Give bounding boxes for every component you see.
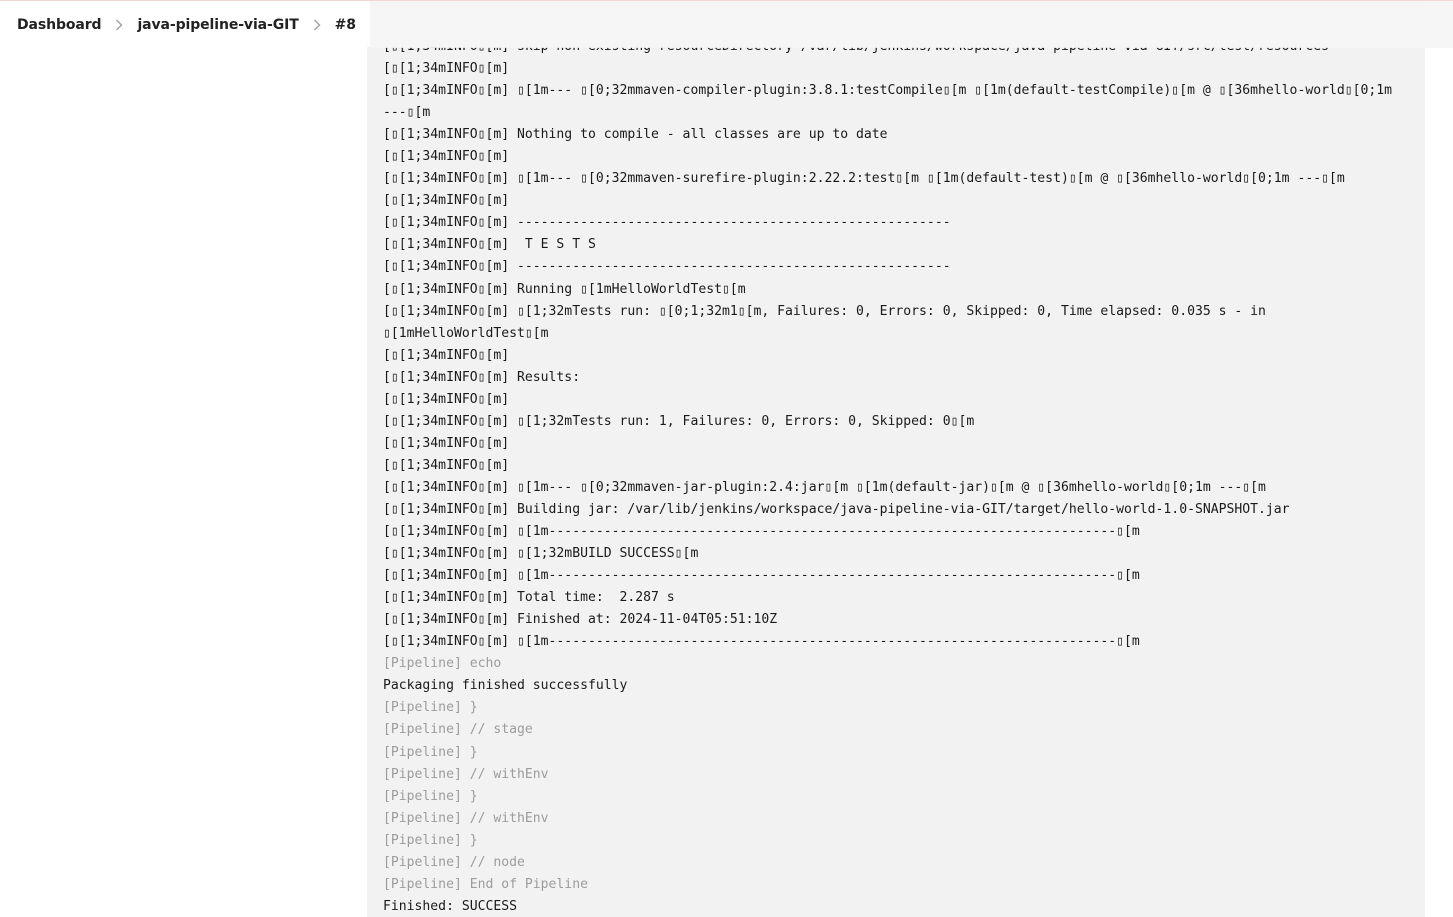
console-log-line: [▯[1;34mINFO▯[m] xyxy=(383,149,510,165)
console-log-line: [▯[1;34mINFO▯[m] ▯[1m--- ▯[0;32mmaven-su… xyxy=(383,171,1345,187)
breadcrumb-bar-fade xyxy=(370,1,1453,48)
console-output: [▯[1;34mINFO▯[m] skip non existing resou… xyxy=(383,36,1417,917)
breadcrumb-build[interactable]: #8 xyxy=(335,17,356,33)
console-log-line: [▯[1;34mINFO▯[m] xyxy=(383,435,510,451)
console-log-line: [▯[1;34mINFO▯[m] Running ▯[1mHelloWorldT… xyxy=(383,281,746,297)
console-log-line: [▯[1;34mINFO▯[m] ▯[1;32mTests run: ▯[0;1… xyxy=(383,303,1266,319)
breadcrumb: Dashboard java-pipeline-via-GIT #8 xyxy=(0,2,356,47)
console-log-line: [▯[1;34mINFO▯[m] ▯[1m--- ▯[0;32mmaven-ja… xyxy=(383,479,1266,495)
console-log-line: Finished: SUCCESS xyxy=(383,898,518,914)
console-log-line: [▯[1;34mINFO▯[m] Results: xyxy=(383,369,581,385)
console-log-line: [▯[1;34mINFO▯[m] ▯[1m-------------------… xyxy=(383,634,1140,650)
console-pipeline-line: [Pipeline] } xyxy=(383,788,478,804)
console-pipeline-line: [Pipeline] } xyxy=(383,744,478,760)
console-log-line: [▯[1;34mINFO▯[m] Total time: 2.287 s xyxy=(383,590,675,606)
console-log-line: [▯[1;34mINFO▯[m] T E S T S xyxy=(383,237,596,253)
breadcrumb-dashboard[interactable]: Dashboard xyxy=(17,17,102,33)
chevron-right-icon xyxy=(101,17,137,32)
console-pipeline-line: [Pipeline] } xyxy=(383,832,478,848)
console-pipeline-line: [Pipeline] End of Pipeline xyxy=(383,876,588,892)
console-log-line: [▯[1;34mINFO▯[m] xyxy=(383,391,510,407)
console-pipeline-line: [Pipeline] } xyxy=(383,700,478,716)
console-log-line: ---▯[m xyxy=(383,105,431,121)
chevron-right-icon xyxy=(299,17,335,32)
console-pipeline-line: [Pipeline] // withEnv xyxy=(383,810,549,826)
console-log-line: [▯[1;34mINFO▯[m] Finished at: 2024-11-04… xyxy=(383,612,778,628)
console-log-line: Packaging finished successfully xyxy=(383,678,628,694)
console-log-line: [▯[1;34mINFO▯[m] Nothing to compile - al… xyxy=(383,127,888,143)
console-log-line: [▯[1;34mINFO▯[m] ▯[1m-------------------… xyxy=(383,524,1140,540)
console-output-panel: [▯[1;34mINFO▯[m] skip non existing resou… xyxy=(367,0,1425,917)
console-log-line: [▯[1;34mINFO▯[m] xyxy=(383,193,510,209)
console-pipeline-line: [Pipeline] // withEnv xyxy=(383,766,549,782)
console-log-line: [▯[1;34mINFO▯[m] -----------------------… xyxy=(383,215,951,231)
console-log-line: [▯[1;34mINFO▯[m] ▯[1m-------------------… xyxy=(383,568,1140,584)
console-pipeline-line: [Pipeline] // stage xyxy=(383,722,533,738)
console-log-line: [▯[1;34mINFO▯[m] ▯[1m--- ▯[0;32mmaven-co… xyxy=(383,83,1393,99)
console-log-line: [▯[1;34mINFO▯[m] xyxy=(383,457,510,473)
console-log-line: [▯[1;34mINFO▯[m] ▯[1;32mTests run: 1, Fa… xyxy=(383,413,975,429)
breadcrumb-job[interactable]: java-pipeline-via-GIT xyxy=(137,17,298,33)
console-log-line: [▯[1;34mINFO▯[m] Building jar: /var/lib/… xyxy=(383,501,1290,517)
console-log-line: [▯[1;34mINFO▯[m] xyxy=(383,347,510,363)
console-pipeline-line: [Pipeline] // node xyxy=(383,854,525,870)
breadcrumb-bar: Dashboard java-pipeline-via-GIT #8 xyxy=(0,0,1453,48)
console-log-line: ▯[1mHelloWorldTest▯[m xyxy=(383,325,549,341)
console-pipeline-line: [Pipeline] echo xyxy=(383,656,502,672)
console-log-line: [▯[1;34mINFO▯[m] xyxy=(383,61,510,77)
console-log-line: [▯[1;34mINFO▯[m] ▯[1;32mBUILD SUCCESS▯[m xyxy=(383,546,699,562)
console-log-line: [▯[1;34mINFO▯[m] -----------------------… xyxy=(383,259,951,275)
